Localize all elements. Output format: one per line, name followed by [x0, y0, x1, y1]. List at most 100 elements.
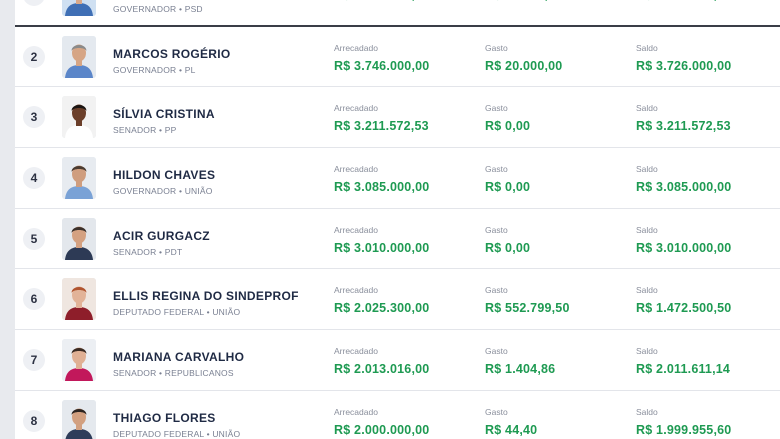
raised-cell: Arrecadado R$ 2.013.016,00 [334, 346, 429, 376]
raised-value: R$ 3.010.000,00 [334, 240, 430, 255]
balance-cell: Saldo R$ 3.726.000,00 [636, 43, 731, 73]
raised-value: R$ 3.746.000,00 [334, 58, 430, 73]
spent-label: Gasto [485, 164, 508, 175]
spent-cell: Gasto R$ 20.000,00 [485, 43, 562, 73]
rank-badge: 1 [23, 0, 45, 7]
candidate-role: SENADOR • REPUBLICANOS [113, 368, 234, 379]
raised-cell: Arrecadado R$ 3.085.000,00 [334, 164, 429, 194]
candidate-name[interactable]: MARIANA CARVALHO [113, 350, 244, 364]
spent-value: R$ 0,00 [485, 180, 531, 195]
candidate-photo [62, 338, 96, 381]
balance-label: Saldo [636, 164, 658, 175]
spent-label: Gasto [485, 346, 508, 357]
candidate-name[interactable]: SÍLVIA CRISTINA [113, 107, 215, 121]
candidate-row[interactable]: 7 MARIANA CARVALHO SENADOR • REPUBLICANOS A… [15, 330, 780, 391]
spent-cell: R$ 63.000,00 [485, 0, 562, 2]
rank-badge: 5 [23, 227, 45, 250]
raised-cell: Arrecadado R$ 3.746.000,00 [334, 43, 429, 73]
candidate-role: DEPUTADO FEDERAL • UNIÃO [113, 307, 241, 318]
rank-badge: 6 [23, 288, 45, 311]
balance-value: R$ 4.974.700,00 [636, 0, 731, 2]
candidate-photo [62, 96, 96, 139]
balance-label: Saldo [636, 103, 658, 114]
portrait-icon [62, 338, 96, 381]
balance-cell: Saldo R$ 3.010.000,00 [636, 225, 731, 255]
raised-value: R$ 2.013.016,00 [334, 362, 430, 377]
portrait-icon [62, 278, 96, 321]
candidate-row[interactable]: 6 ELLIS REGINA DO SINDEPROF DEPUTADO FEDER… [15, 269, 780, 331]
spent-label: Gasto [485, 406, 508, 417]
raised-label: Arrecadado [334, 346, 378, 357]
balance-value: R$ 1.472.500,50 [636, 301, 732, 316]
spent-cell: Gasto R$ 0,00 [485, 225, 530, 255]
balance-value: R$ 2.011.611,14 [636, 362, 731, 377]
spent-value: R$ 552.799,50 [485, 301, 570, 316]
raised-value: R$ 3.211.572,53 [334, 119, 429, 134]
spent-value: R$ 63.000,00 [485, 0, 562, 2]
candidate-row[interactable]: 5 ACIR GURGACZ SENADOR • PDT Arrecadado R$ 3… [15, 209, 780, 270]
portrait-icon [62, 399, 96, 439]
candidate-name[interactable]: ELLIS REGINA DO SINDEPROF [113, 289, 299, 303]
candidate-photo [62, 156, 96, 199]
candidate-name[interactable]: THIAGO FLORES [113, 411, 216, 425]
balance-label: Saldo [636, 42, 658, 53]
candidate-photo [62, 399, 96, 439]
rank-badge: 4 [23, 166, 45, 189]
balance-value: R$ 1.999.955,60 [636, 422, 732, 437]
balance-value: R$ 3.010.000,00 [636, 240, 732, 255]
spent-cell: Gasto R$ 552.799,50 [485, 285, 570, 315]
raised-value: R$ 2.025.300,00 [334, 301, 430, 316]
candidate-role: GOVERNADOR • PSD [113, 4, 203, 14]
raised-label: Arrecadado [334, 224, 378, 235]
spent-value: R$ 1.404,86 [485, 362, 556, 377]
raised-value: R$ 2.000.000,00 [334, 422, 430, 437]
spent-label: Gasto [485, 103, 508, 114]
candidate-role: GOVERNADOR • UNIÃO [113, 186, 213, 197]
candidate-photo [62, 278, 96, 321]
spent-label: Gasto [485, 224, 508, 235]
balance-label: Saldo [636, 346, 658, 357]
raised-label: Arrecadado [334, 103, 378, 114]
candidate-row[interactable]: 3 SÍLVIA CRISTINA SENADOR • PP Arrecadado R$… [15, 87, 780, 149]
balance-value: R$ 3.211.572,53 [636, 119, 731, 134]
rank-badge: 2 [23, 45, 45, 68]
ranking-panel: 1ADAILTON FÚRIAGOVERNADOR • PSDR$ 5.037.… [15, 0, 780, 439]
candidate-name[interactable]: ACIR GURGACZ [113, 229, 210, 243]
spent-cell: Gasto R$ 0,00 [485, 164, 530, 194]
spent-value: R$ 44,40 [485, 422, 538, 437]
balance-label: Saldo [636, 285, 658, 296]
portrait-icon [62, 217, 96, 260]
raised-value: R$ 5.037.700,00 [334, 0, 429, 2]
candidate-row[interactable]: 1ADAILTON FÚRIAGOVERNADOR • PSDR$ 5.037.… [15, 0, 780, 27]
candidate-photo [62, 217, 96, 260]
balance-cell: Saldo R$ 1.472.500,50 [636, 285, 731, 315]
spent-cell: Gasto R$ 0,00 [485, 103, 530, 133]
balance-cell: Saldo R$ 1.999.955,60 [636, 407, 731, 437]
balance-value: R$ 3.085.000,00 [636, 180, 732, 195]
candidate-photo [62, 35, 96, 78]
spent-cell: Gasto R$ 1.404,86 [485, 346, 555, 376]
raised-label: Arrecadado [334, 285, 378, 296]
candidate-name[interactable]: HILDON CHAVES [113, 168, 215, 182]
candidate-row[interactable]: 8 THIAGO FLORES DEPUTADO FEDERAL • UNIÃO Ar… [15, 391, 780, 439]
spent-value: R$ 0,00 [485, 119, 531, 134]
raised-cell: Arrecadado R$ 2.025.300,00 [334, 285, 429, 315]
candidate-row[interactable]: 4 HILDON CHAVES GOVERNADOR • UNIÃO Arrecada… [15, 148, 780, 209]
balance-cell: Saldo R$ 3.085.000,00 [636, 164, 731, 194]
portrait-icon [62, 156, 96, 199]
raised-cell: R$ 5.037.700,00 [334, 0, 429, 2]
balance-cell: Saldo R$ 3.211.572,53 [636, 103, 731, 133]
candidate-name[interactable]: MARCOS ROGÉRIO [113, 47, 231, 61]
candidate-row[interactable]: 2 MARCOS ROGÉRIO GOVERNADOR • PL Arrecadado… [15, 27, 780, 88]
balance-label: Saldo [636, 406, 658, 417]
raised-value: R$ 3.085.000,00 [334, 180, 430, 195]
raised-cell: Arrecadado R$ 3.010.000,00 [334, 225, 429, 255]
raised-label: Arrecadado [334, 406, 378, 417]
raised-cell: Arrecadado R$ 3.211.572,53 [334, 103, 429, 133]
rank-badge: 3 [23, 106, 45, 129]
raised-label: Arrecadado [334, 164, 378, 175]
candidate-photo [62, 0, 96, 17]
candidate-role: GOVERNADOR • PL [113, 64, 196, 75]
balance-label: Saldo [636, 224, 658, 235]
raised-label: Arrecadado [334, 42, 378, 53]
